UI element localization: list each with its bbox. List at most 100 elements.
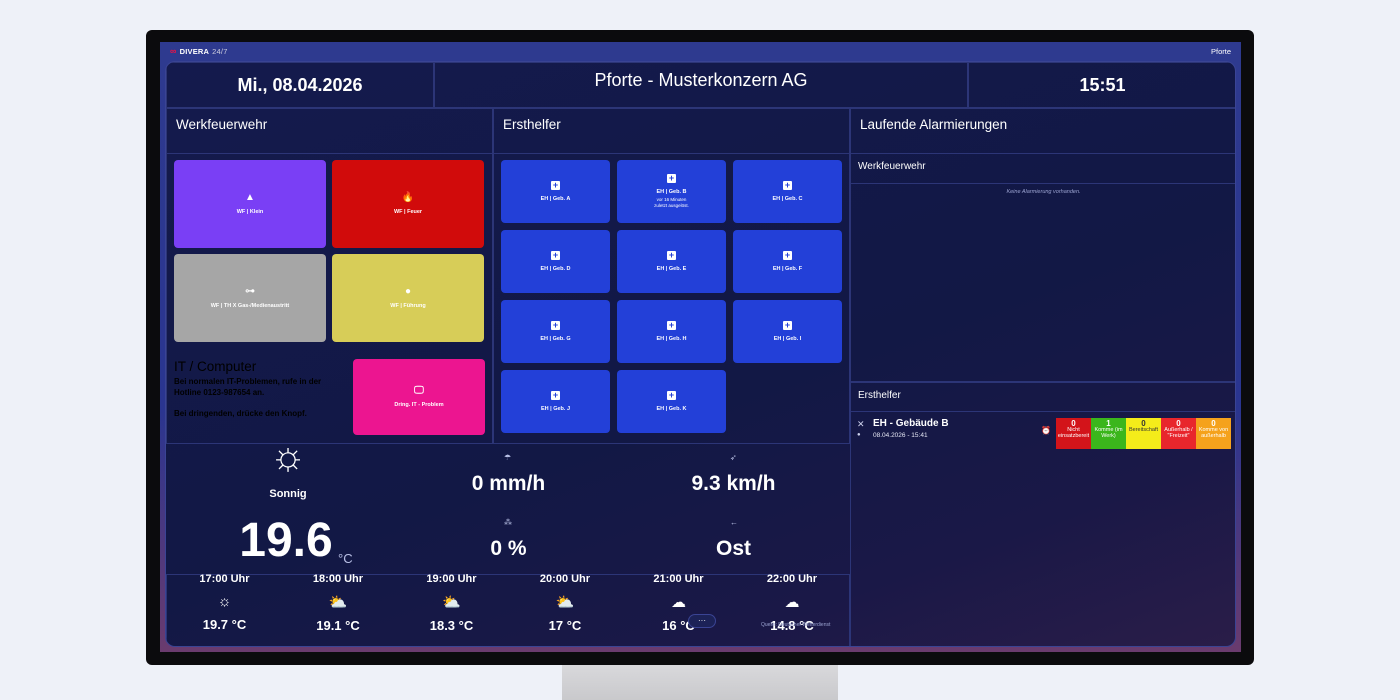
eh-tile-6[interactable]: + EH | Geb. F (733, 230, 842, 293)
direction-icon: ← (730, 518, 738, 527)
logo-text: DIVERA (179, 46, 210, 56)
werkfeuerwehr-header: Werkfeuerwehr (166, 108, 493, 154)
sun-large-icon: ☼ (269, 434, 307, 478)
eh-tile-9[interactable]: + EH | Geb. I (733, 300, 842, 363)
forecast-time: 22:00 Uhr (766, 573, 818, 585)
user-name[interactable]: Pforte (1211, 47, 1231, 56)
sun-icon: ☼ (217, 593, 232, 610)
direction-value: Ost (715, 537, 751, 560)
first-aid-icon: + (783, 250, 792, 260)
humidity-icon: ⁂ (504, 518, 512, 527)
fire-icon: 🔥 (401, 192, 415, 203)
person-icon: ● (404, 286, 412, 297)
it-urgent-button[interactable]: 🖵 Dring. IT - Problem (353, 359, 485, 435)
forecast-temp: 16 °C (662, 618, 695, 633)
top-bar: ∞ DIVERA 24/7 Pforte (160, 42, 1241, 60)
status-badge[interactable]: 0 Komme von außerhalb (1196, 418, 1231, 449)
monitor-icon: 🖵 (414, 385, 424, 396)
status-badge[interactable]: 0 Außerhalb / "Freizeit" (1161, 418, 1196, 449)
eh-tile-1[interactable]: + EH | Geb. A (501, 160, 610, 223)
date-display: Mi., 08.04.2026 (166, 62, 434, 108)
sun-cloud-icon: ⛅ (328, 594, 348, 611)
forecast-time: 17:00 Uhr (199, 573, 250, 585)
eh-tile-11[interactable]: + EH | Geb. K (617, 370, 726, 433)
first-aid-icon: + (783, 320, 792, 330)
forecast-item: 21:00 Uhr ☁ 16 °C (622, 573, 735, 633)
alarm-datetime: 08.04.2026 - 15:41 (873, 432, 928, 439)
sun-cloud-icon: ⛅ (442, 594, 461, 611)
wind-value: 9.3 km/h (691, 472, 776, 495)
sun-cloud-icon: ⛅ (555, 594, 575, 611)
alarms-wf-list: Keine Alarmierung vorhanden. (850, 184, 1235, 382)
humidity-value: 0 % (490, 537, 527, 560)
status-badge[interactable]: 1 Komme (im Werk) (1091, 418, 1126, 449)
weather-condition: Sonnig (269, 488, 307, 500)
eh-tile-8[interactable]: + EH | Geb. H (617, 300, 726, 363)
more-button[interactable]: ··· (688, 614, 716, 628)
wf-tile-2[interactable]: 🔥 WF | Feuer (332, 160, 484, 248)
alarms-eh-title: Ersthelfer (858, 390, 901, 401)
warning-icon: ▲ (245, 192, 255, 203)
eh-tile-3[interactable]: + EH | Geb. C (733, 160, 842, 223)
forecast-item: 19:00 Uhr ⛅ 18.3 °C (395, 573, 508, 633)
alarm-entry[interactable]: ✕ EH - Gebäude B ● 08.04.2026 - 15:41 ⏰ … (851, 412, 1235, 452)
first-aid-icon: + (667, 320, 676, 330)
logo-suffix: 24/7 (212, 46, 228, 56)
forecast-item: 17:00 Uhr ☼ 19.7 °C (168, 573, 281, 632)
wind-icon: ➶ (730, 453, 737, 462)
bell-off-icon: ✕ (857, 419, 865, 429)
logo-icon: ∞ (170, 46, 177, 56)
page-title: Pforte - Musterkonzern AG (434, 62, 968, 108)
wf-tile-4[interactable]: ● WF | Führung (332, 254, 484, 342)
it-urgent-label: Dring. IT - Problem (394, 402, 444, 408)
monitor-stand (562, 664, 838, 700)
alarms-wf-title: Werkfeuerwehr (858, 161, 926, 172)
eh-tile-label: EH | Geb. E (656, 266, 687, 272)
alarms-header: Laufende Alarmierungen (850, 108, 1235, 154)
eh-tile-label: EH | Geb. F (772, 266, 803, 272)
current-temperature: 19.6 (239, 514, 333, 567)
forecast-time: 20:00 Uhr (539, 573, 591, 585)
wf-tile-1[interactable]: ▲ WF | Klein (174, 160, 326, 248)
it-title: IT / Computer (174, 359, 257, 374)
status-label: Außerhalb / "Freizeit" (1164, 427, 1193, 440)
alarms-wf-empty: Keine Alarmierung vorhanden. (1006, 189, 1081, 195)
status-label: Komme (im Werk) (1094, 427, 1123, 440)
forecast-time: 19:00 Uhr (426, 573, 477, 585)
wf-tile-label: WF | TH X Gas-/Medienaustritt (210, 303, 290, 309)
forecast-time: 18:00 Uhr (312, 573, 364, 585)
first-aid-icon: + (667, 390, 676, 400)
moon-cloud-icon: ☁ (671, 594, 686, 611)
eh-tile-5[interactable]: + EH | Geb. E (617, 230, 726, 293)
wf-tile-3[interactable]: ⊶ WF | TH X Gas-/Medienaustritt (174, 254, 326, 342)
eh-tile-label: EH | Geb. J (540, 406, 571, 412)
eh-tile-label: EH | Geb. G (540, 336, 571, 342)
forecast-item: 18:00 Uhr ⛅ 19.1 °C (282, 573, 395, 633)
status-badge[interactable]: 0 Nicht einsatzbereit (1056, 418, 1091, 449)
eh-tile-4[interactable]: + EH | Geb. D (501, 230, 610, 293)
forecast-temp: 17 °C (548, 618, 582, 633)
app-logo[interactable]: ∞ DIVERA 24/7 (170, 46, 228, 56)
weather-source: Quelle: Deutscher Wetterdienst (761, 622, 831, 628)
status-label: Nicht einsatzbereit (1057, 427, 1090, 440)
eh-tile-label: EH | Geb. H (656, 336, 687, 342)
eh-tile-note: vor 16 Minuten zuletzt ausgelöst. (654, 197, 689, 208)
first-aid-icon: + (783, 180, 792, 190)
wf-tile-label: WF | Feuer (393, 209, 423, 215)
eh-tile-7[interactable]: + EH | Geb. G (501, 300, 610, 363)
first-aid-icon: + (667, 250, 676, 260)
moon-cloud-icon: ☁ (784, 594, 800, 611)
it-text-urgent: Bei dringenden, drücke den Knopf. (174, 409, 307, 418)
rain-icon: ☂ (504, 453, 512, 462)
status-badge[interactable]: 0 Bereitschaft (1126, 418, 1161, 449)
alarm-title: EH - Gebäude B (873, 418, 949, 429)
eh-tile-label: EH | Geb. A (540, 196, 571, 202)
eh-tile-2[interactable]: + EH | Geb. Bvor 16 Minuten zuletzt ausge… (617, 160, 726, 223)
eh-tile-label: EH | Geb. C (772, 196, 803, 202)
it-text-normal: Bei normalen IT-Problemen, rufe in der H… (174, 377, 322, 398)
status-label: Komme von außerhalb (1198, 427, 1229, 440)
first-aid-icon: + (551, 250, 560, 260)
first-aid-icon: + (551, 320, 560, 330)
eh-tile-10[interactable]: + EH | Geb. J (501, 370, 610, 433)
wf-tile-label: WF | Klein (236, 209, 264, 215)
